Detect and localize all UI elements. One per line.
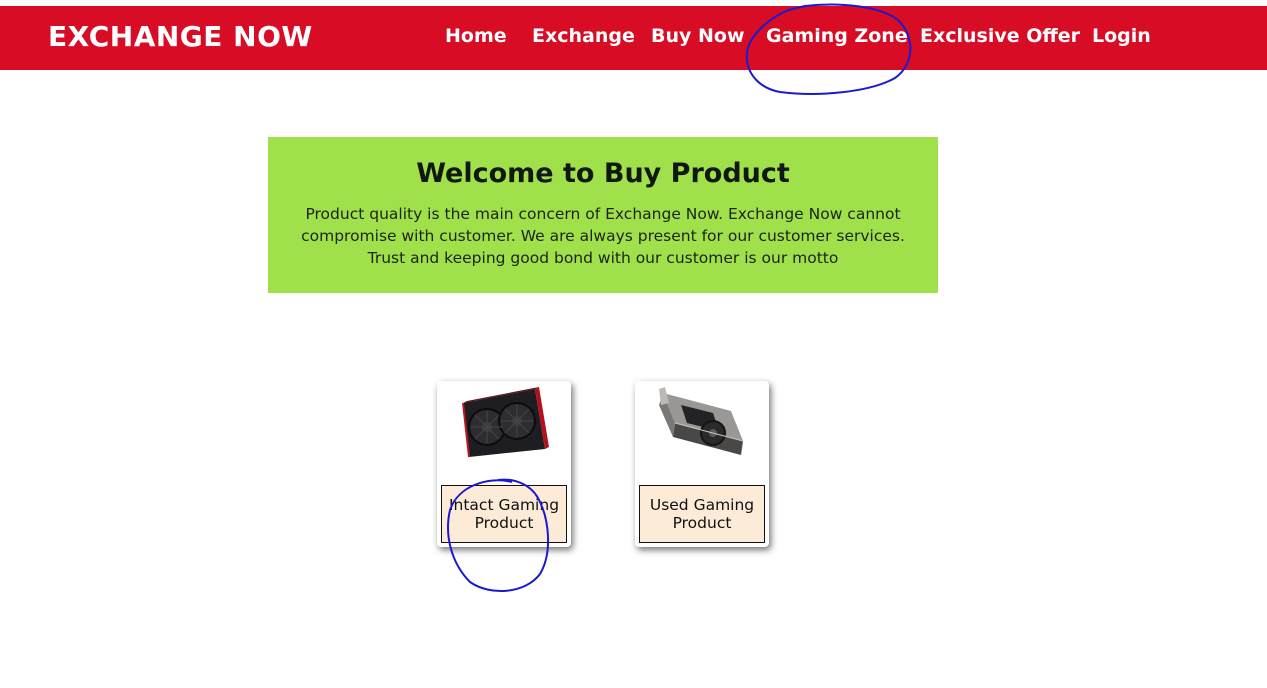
product-card-used[interactable]: Used Gaming Product [635,381,769,547]
welcome-title: Welcome to Buy Product [416,158,790,189]
product-label-intact: Intact Gaming Product [441,485,567,543]
product-label-used: Used Gaming Product [639,485,765,543]
silver-graphics-card-icon [659,387,744,455]
hand-drawn-annotations [447,3,912,592]
top-navbar: EXCHANGE NOW Home Exchange Buy Now Gamin… [0,6,1267,70]
product-image-intact [437,381,571,481]
welcome-banner: Welcome to Buy Product Product quality i… [268,137,938,293]
nav-exchange[interactable]: Exchange [532,25,635,47]
nav-home[interactable]: Home [445,25,507,47]
nav-login[interactable]: Login [1092,25,1151,47]
brand-logo[interactable]: EXCHANGE NOW [48,20,313,53]
product-card-intact[interactable]: Intact Gaming Product [437,381,571,547]
product-image-used [635,381,769,481]
nav-buy-now[interactable]: Buy Now [651,25,745,47]
welcome-description: Product quality is the main concern of E… [301,205,905,267]
red-graphics-card-icon [462,387,549,458]
nav-exclusive-offer[interactable]: Exclusive Offer [920,25,1080,47]
nav-gaming-zone[interactable]: Gaming Zone [766,25,908,47]
